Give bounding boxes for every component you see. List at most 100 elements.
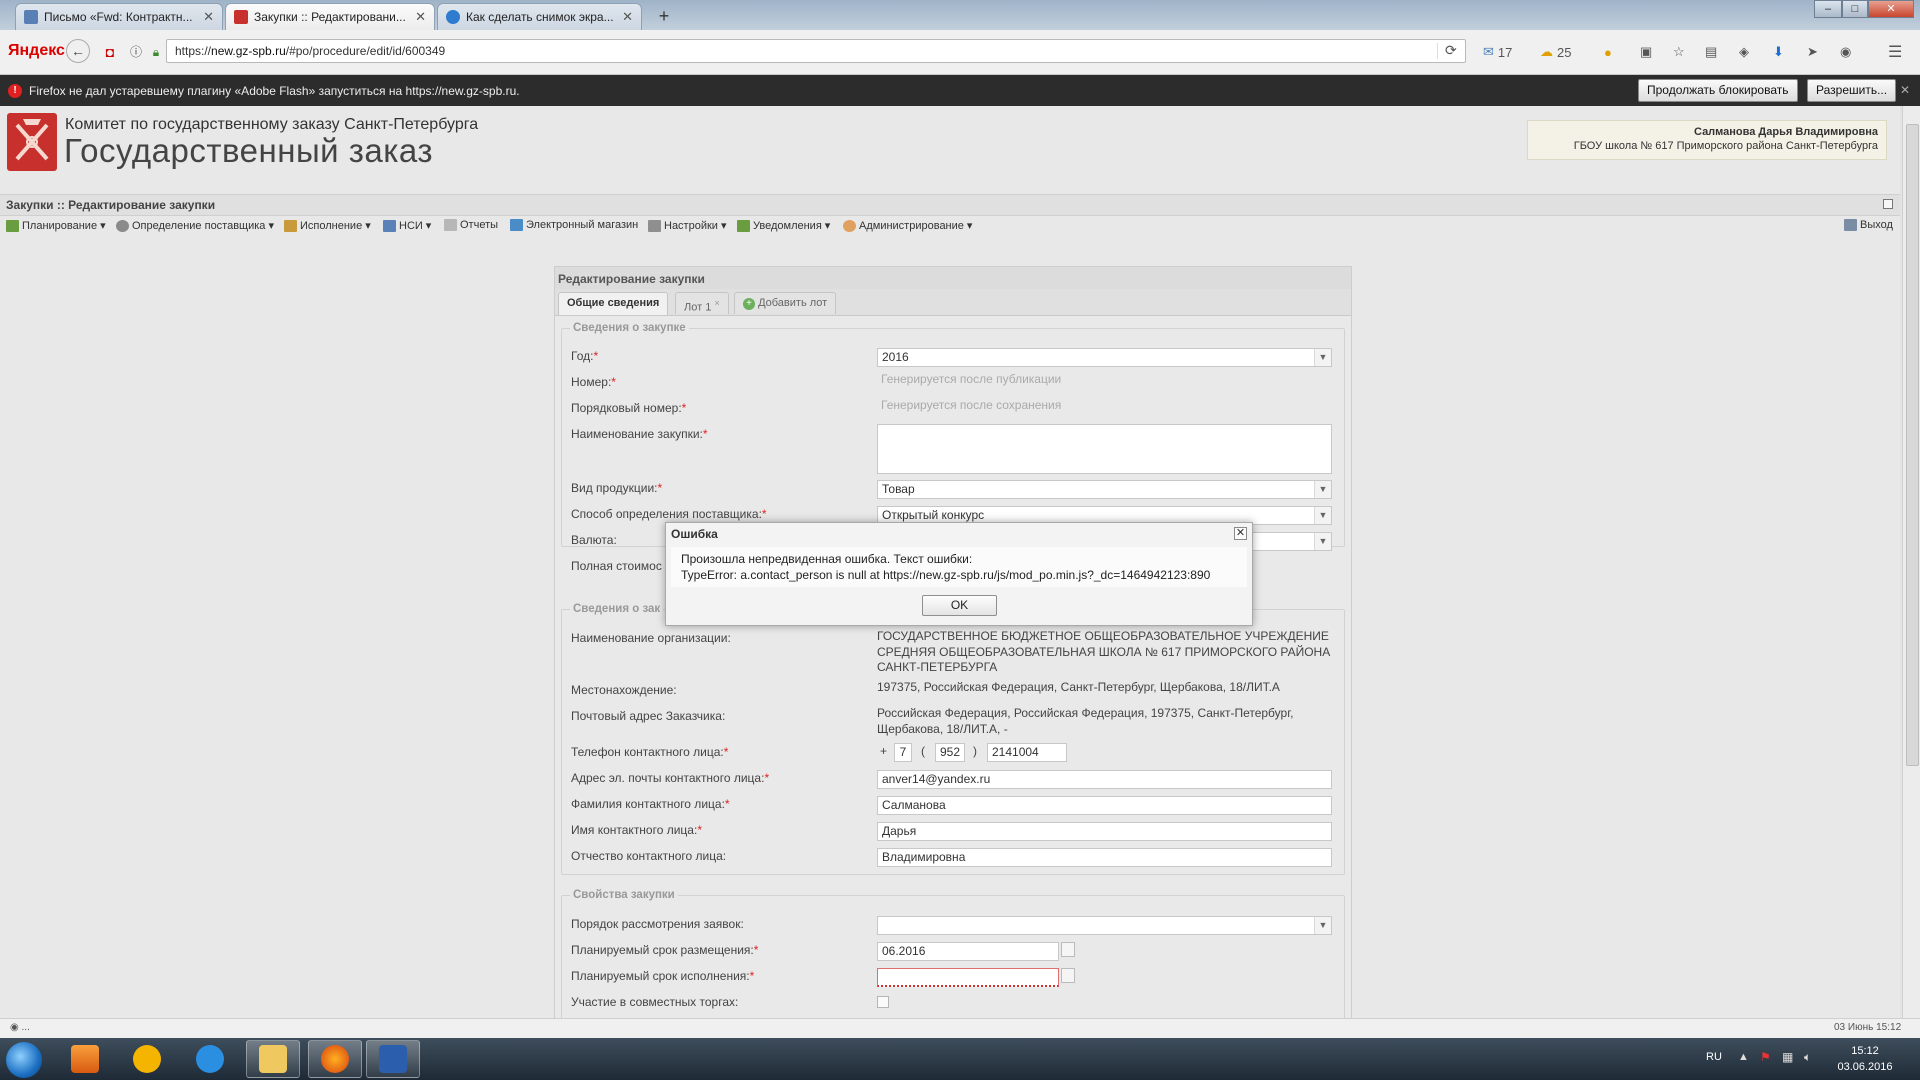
error-line-2: TypeError: a.contact_person is null at h…: [681, 568, 1211, 582]
windows-taskbar: RU ▲ ⚑ ▦ 🔈︎ 15:12 03.06.2016: [0, 1038, 1920, 1080]
hamburger-menu-icon[interactable]: ☰: [1888, 42, 1902, 62]
firstname-input[interactable]: Дарья: [877, 822, 1332, 841]
reload-icon[interactable]: ⟳: [1445, 42, 1457, 59]
email-input[interactable]: anver14@yandex.ru: [877, 770, 1332, 789]
browser-tab-mail[interactable]: Письмо «Fwd: Контрактн... ✕: [15, 3, 223, 30]
browser-tab-screenshot[interactable]: Как сделать снимок экра... ✕: [437, 3, 642, 30]
new-tab-button[interactable]: +: [652, 4, 676, 28]
close-icon[interactable]: ×: [714, 298, 719, 308]
close-icon[interactable]: ✕: [203, 9, 214, 25]
menu-execution[interactable]: Исполнение ▾: [284, 219, 371, 232]
internet-explorer-icon: [196, 1045, 224, 1073]
keep-blocking-button[interactable]: Продолжать блокировать: [1638, 79, 1798, 102]
postal-address-label: Почтовый адрес Заказчика:: [571, 709, 726, 723]
download-icon[interactable]: ⬇: [1773, 42, 1784, 62]
weather-widget[interactable]: ☁ 25: [1540, 42, 1571, 62]
network-icon[interactable]: ▦: [1782, 1050, 1793, 1064]
back-arrow-icon[interactable]: ←: [66, 39, 90, 63]
number-field: Генерируется после публикации: [881, 372, 1062, 386]
joint-trades-checkbox[interactable]: [877, 996, 889, 1008]
menu-supplier[interactable]: Определение поставщика ▾: [116, 219, 274, 232]
review-order-select[interactable]: ▼: [877, 916, 1332, 935]
scrollbar-thumb[interactable]: [1906, 124, 1919, 766]
phone-code-input[interactable]: 952: [935, 743, 965, 762]
user-org: ГБОУ школа № 617 Приморского района Санк…: [1573, 140, 1878, 152]
page-scrollbar[interactable]: [1902, 106, 1920, 1018]
taskbar-explorer[interactable]: [246, 1040, 300, 1078]
chevron-down-icon[interactable]: ▼: [1314, 481, 1331, 498]
address-bar[interactable]: https://new.gz-spb.ru/#po/procedure/edit…: [166, 39, 1466, 63]
product-type-select[interactable]: Товар ▼: [877, 480, 1332, 499]
close-icon[interactable]: ✕: [1900, 83, 1910, 97]
close-icon[interactable]: ✕: [415, 9, 426, 25]
label-text: Имя контактного лица:: [571, 823, 698, 837]
yandex-logo[interactable]: Яндекс: [8, 42, 65, 60]
label-text: Телефон контактного лица:: [571, 745, 724, 759]
site-title: Государственный заказ: [64, 132, 434, 169]
menu-planning[interactable]: Планирование ▾: [6, 219, 106, 232]
menu-administration[interactable]: Администрирование ▾: [843, 219, 972, 232]
taskbar-firefox[interactable]: [308, 1040, 362, 1078]
menu-notifications[interactable]: Уведомления ▾: [737, 219, 830, 232]
volume-icon[interactable]: 🔈︎: [1804, 1050, 1811, 1065]
calendar-icon[interactable]: [1061, 942, 1075, 957]
menu-eshop[interactable]: Электронный магазин: [510, 219, 638, 231]
start-button[interactable]: [6, 1042, 42, 1078]
add-circle-icon: +: [743, 298, 755, 310]
chevron-down-icon: ▾: [966, 220, 973, 232]
close-window-button[interactable]: ✕: [1868, 0, 1914, 18]
chevron-down-icon[interactable]: ▼: [1314, 533, 1331, 550]
surname-input[interactable]: Салманова: [877, 796, 1332, 815]
tab-add-lot[interactable]: + Добавить лот: [734, 292, 837, 314]
bookmarks-list-icon[interactable]: ▤: [1705, 42, 1717, 62]
menu-nsi[interactable]: НСИ ▾: [383, 219, 431, 232]
year-value: 2016: [882, 350, 909, 364]
ok-button[interactable]: OK: [922, 595, 997, 616]
menu-reports[interactable]: Отчеты: [444, 219, 498, 231]
taskbar-media-player[interactable]: [58, 1040, 112, 1078]
status-globe-icon: ◉: [10, 1022, 19, 1033]
url-host: new.gz-spb.ru: [211, 44, 286, 58]
close-icon[interactable]: ✕: [1234, 527, 1247, 540]
mail-counter[interactable]: ✉ 17: [1483, 42, 1512, 62]
browser-tab-procurement[interactable]: Закупки :: Редактировани... ✕: [225, 3, 435, 30]
purchase-name-textarea[interactable]: [877, 424, 1332, 474]
chevron-down-icon: ▾: [720, 220, 727, 232]
taskbar-mail-agent[interactable]: [120, 1040, 174, 1078]
chevron-down-icon[interactable]: ▼: [1314, 507, 1331, 524]
taskbar-word[interactable]: [366, 1040, 420, 1078]
tab-lot1[interactable]: Лот 1 ×: [675, 292, 729, 314]
chat-icon[interactable]: ◉: [1840, 42, 1851, 62]
chevron-down-icon[interactable]: ▼: [1314, 917, 1331, 934]
tray-expand-icon[interactable]: ▲: [1738, 1051, 1749, 1063]
wrench-icon: [648, 219, 661, 232]
execution-date-input[interactable]: [877, 968, 1059, 987]
allow-plugin-button[interactable]: Разрешить...: [1807, 79, 1897, 102]
calendar-icon[interactable]: [1061, 968, 1075, 983]
send-icon[interactable]: ➤: [1807, 42, 1818, 62]
phone-country-input[interactable]: 7: [894, 743, 912, 762]
collapse-header-button[interactable]: [1883, 199, 1893, 209]
url-text[interactable]: https://new.gz-spb.ru/#po/procedure/edit…: [175, 44, 445, 58]
chevron-down-icon[interactable]: ▼: [1314, 349, 1331, 366]
placement-date-input[interactable]: 06.2016: [877, 942, 1059, 961]
language-indicator[interactable]: RU: [1706, 1051, 1722, 1063]
planning-icon: [6, 219, 19, 232]
close-icon[interactable]: ✕: [622, 9, 633, 25]
taskbar-ie[interactable]: [183, 1040, 237, 1078]
action-center-flag-icon[interactable]: ⚑: [1760, 1050, 1771, 1064]
maximize-button[interactable]: □: [1842, 0, 1868, 18]
phone-number-input[interactable]: 2141004: [987, 743, 1067, 762]
logout-button[interactable]: Выход: [1844, 219, 1893, 231]
minimize-button[interactable]: –: [1814, 0, 1842, 18]
pocket-save-icon[interactable]: ◈: [1739, 42, 1749, 62]
patronymic-input[interactable]: Владимировна: [877, 848, 1332, 867]
yandex-advisor-icon[interactable]: ●: [1604, 42, 1612, 62]
tab-general[interactable]: Общие сведения: [558, 292, 669, 315]
pocket-icon[interactable]: ◘: [98, 41, 122, 63]
menu-settings[interactable]: Настройки ▾: [648, 219, 726, 232]
bookmark-star-icon[interactable]: ☆: [1673, 42, 1685, 62]
year-select[interactable]: 2016 ▼: [877, 348, 1332, 367]
translate-icon[interactable]: ▣: [1640, 42, 1652, 62]
tray-clock[interactable]: 15:12 03.06.2016: [1830, 1043, 1900, 1075]
